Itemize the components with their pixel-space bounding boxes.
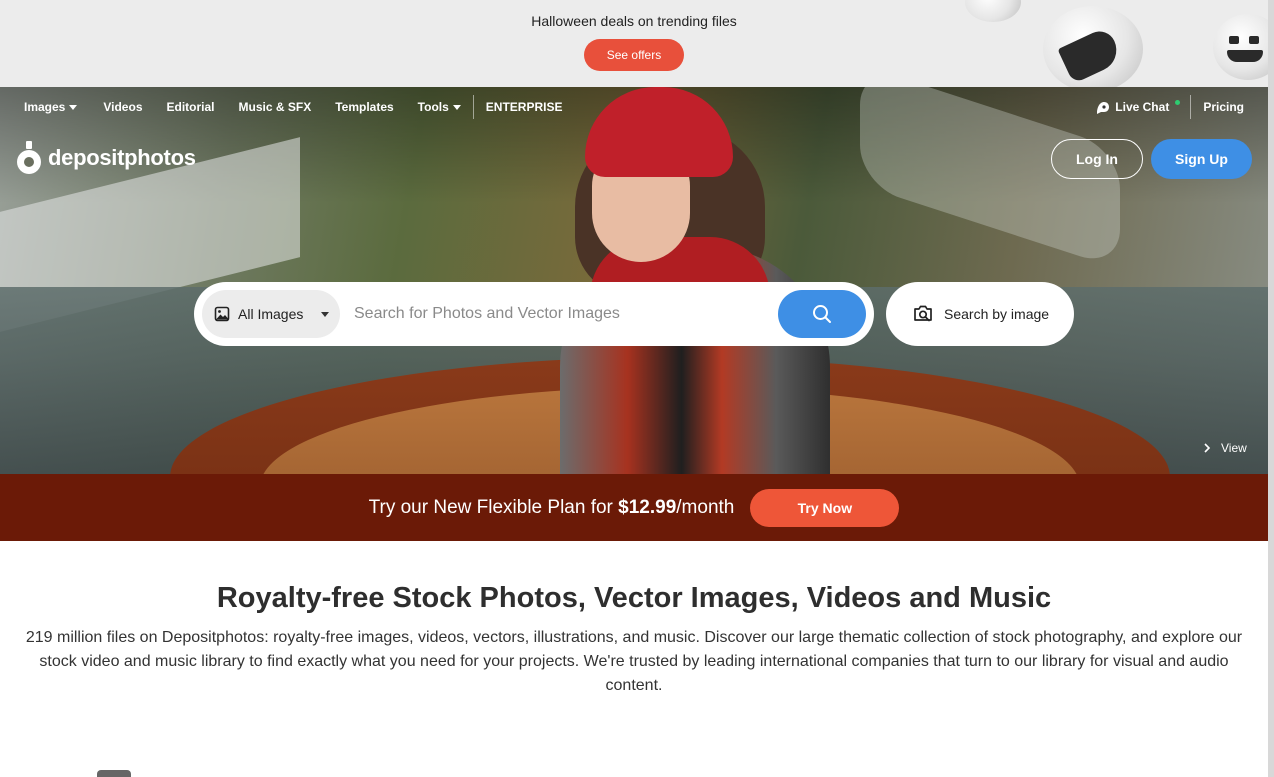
search-button[interactable] <box>778 290 866 338</box>
flexible-plan-banner: Try our New Flexible Plan for $12.99/mon… <box>0 474 1268 541</box>
view-image-link[interactable]: View <box>1203 441 1247 455</box>
shield-icon <box>97 770 131 777</box>
nav-editorial[interactable]: Editorial <box>155 100 227 114</box>
nav-enterprise[interactable]: ENTERPRISE <box>474 100 575 114</box>
flexible-plan-text: Try our New Flexible Plan for $12.99/mon… <box>368 496 735 518</box>
plan-price: $12.99 <box>618 496 677 518</box>
pumpkin-decoration-right <box>1213 14 1274 80</box>
image-icon <box>214 306 230 322</box>
caret-down-icon <box>452 104 461 110</box>
nav-tools[interactable]: Tools <box>406 100 473 114</box>
live-chat-link[interactable]: Live Chat <box>1083 99 1190 115</box>
nav-pricing[interactable]: Pricing <box>1191 100 1244 114</box>
search-input[interactable] <box>354 298 774 330</box>
nav-images[interactable]: Images <box>12 100 89 114</box>
page-description: 219 million files on Depositphotos: roya… <box>25 629 1243 694</box>
search-bar: All Images <box>194 282 874 346</box>
search-type-dropdown[interactable]: All Images <box>202 290 340 338</box>
pumpkin-decoration-left <box>1043 6 1143 87</box>
see-offers-button[interactable]: See offers <box>584 39 684 71</box>
search-by-image-button[interactable]: Search by image <box>886 282 1074 346</box>
nav-templates[interactable]: Templates <box>323 100 405 114</box>
logo-icon <box>17 141 41 174</box>
nav-music-sfx[interactable]: Music & SFX <box>227 100 324 114</box>
try-now-button[interactable]: Try Now <box>750 488 900 527</box>
chevron-right-icon <box>1204 443 1211 453</box>
nav-videos[interactable]: Videos <box>89 100 154 114</box>
search-icon <box>813 305 831 323</box>
camera-search-icon <box>914 305 932 322</box>
chat-icon <box>1097 102 1110 114</box>
online-status-dot <box>1175 99 1181 105</box>
main-nav: Images Videos Editorial Music & SFX Temp… <box>0 87 1268 127</box>
page-title: Royalty-free Stock Photos, Vector Images… <box>216 582 1052 614</box>
scrollbar[interactable] <box>1268 0 1274 777</box>
depositphotos-logo[interactable]: depositphotos <box>16 141 196 175</box>
scrollbar-thumb[interactable] <box>1268 0 1274 777</box>
caret-down-icon <box>69 104 78 110</box>
caret-down-icon <box>321 311 330 317</box>
promo-banner: Halloween deals on trending files See of… <box>0 0 1274 87</box>
sign-up-button[interactable]: Sign Up <box>1151 139 1252 179</box>
log-in-button[interactable]: Log In <box>1051 139 1143 179</box>
